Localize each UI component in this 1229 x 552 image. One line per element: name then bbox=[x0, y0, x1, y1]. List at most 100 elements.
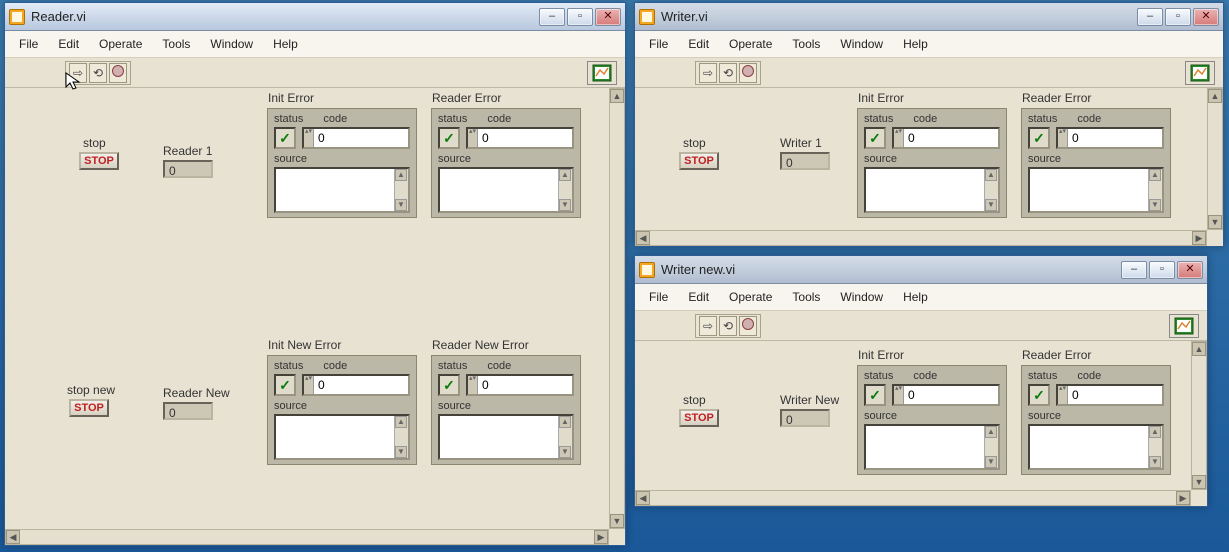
source-text[interactable]: ▲▼ bbox=[274, 414, 410, 460]
menu-operate[interactable]: Operate bbox=[93, 35, 148, 53]
menu-help[interactable]: Help bbox=[897, 35, 934, 53]
code-input[interactable]: ▴▾0 bbox=[1056, 127, 1164, 149]
abort-button[interactable] bbox=[109, 63, 127, 83]
stop-button[interactable]: STOP bbox=[679, 152, 719, 170]
menu-file[interactable]: File bbox=[643, 288, 674, 306]
writernew-window: Writer new.vi – ▫ ✕ File Edit Operate To… bbox=[634, 255, 1208, 507]
abort-button[interactable] bbox=[739, 316, 757, 336]
menu-window[interactable]: Window bbox=[834, 35, 889, 53]
v-scrollbar[interactable]: ▲▼ bbox=[1191, 341, 1207, 490]
stop-new-button[interactable]: STOP bbox=[69, 399, 109, 417]
menu-operate[interactable]: Operate bbox=[723, 35, 778, 53]
run-cont-button[interactable]: ⟲ bbox=[719, 63, 737, 83]
status-led[interactable]: ✓ bbox=[438, 374, 460, 396]
code-input[interactable]: ▴▾0 bbox=[1056, 384, 1164, 406]
status-led[interactable]: ✓ bbox=[864, 384, 886, 406]
init-error-title: Init Error bbox=[858, 91, 904, 105]
source-text[interactable]: ▲▼ bbox=[1028, 424, 1164, 470]
menu-help[interactable]: Help bbox=[267, 35, 304, 53]
window-title: Reader.vi bbox=[31, 9, 537, 24]
titlebar-writer[interactable]: Writer.vi – ▫ ✕ bbox=[635, 3, 1223, 31]
source-text[interactable]: ▲▼ bbox=[864, 167, 1000, 213]
close-button[interactable]: ✕ bbox=[1193, 8, 1219, 26]
run-cont-button[interactable]: ⟲ bbox=[719, 316, 737, 336]
menu-file[interactable]: File bbox=[643, 35, 674, 53]
code-input[interactable]: ▴▾0 bbox=[466, 374, 574, 396]
status-led[interactable]: ✓ bbox=[274, 374, 296, 396]
source-text[interactable]: ▲▼ bbox=[438, 414, 574, 460]
vi-icon[interactable] bbox=[1169, 314, 1199, 338]
source-label: source bbox=[858, 410, 1006, 422]
window-title: Writer new.vi bbox=[661, 262, 1119, 277]
vi-icon[interactable] bbox=[587, 61, 617, 85]
status-led[interactable]: ✓ bbox=[1028, 384, 1050, 406]
minimize-button[interactable]: – bbox=[539, 8, 565, 26]
status-label: status bbox=[274, 360, 303, 372]
menu-edit[interactable]: Edit bbox=[682, 35, 715, 53]
titlebar-writernew[interactable]: Writer new.vi – ▫ ✕ bbox=[635, 256, 1207, 284]
stop-button[interactable]: STOP bbox=[679, 409, 719, 427]
status-label: status bbox=[1028, 113, 1057, 125]
reader-new-error-cluster: Reader New Error statuscode ✓ ▴▾0 source… bbox=[431, 355, 581, 465]
writer1-indicator: 0 bbox=[780, 152, 830, 170]
maximize-button[interactable]: ▫ bbox=[567, 8, 593, 26]
menu-operate[interactable]: Operate bbox=[723, 288, 778, 306]
h-scrollbar[interactable]: ◀▶ bbox=[635, 490, 1191, 506]
menubar: File Edit Operate Tools Window Help bbox=[635, 31, 1223, 58]
vi-icon[interactable] bbox=[1185, 61, 1215, 85]
menu-window[interactable]: Window bbox=[834, 288, 889, 306]
stop-label: stop bbox=[683, 393, 706, 407]
source-text[interactable]: ▲▼ bbox=[438, 167, 574, 213]
close-button[interactable]: ✕ bbox=[595, 8, 621, 26]
code-input[interactable]: ▴▾0 bbox=[892, 384, 1000, 406]
run-button[interactable]: ⇨ bbox=[699, 316, 717, 336]
menu-edit[interactable]: Edit bbox=[682, 288, 715, 306]
source-label: source bbox=[432, 153, 580, 165]
code-input[interactable]: ▴▾0 bbox=[302, 127, 410, 149]
reader-new-error-title: Reader New Error bbox=[432, 338, 529, 352]
code-label: code bbox=[323, 360, 347, 372]
v-scrollbar[interactable]: ▲▼ bbox=[1207, 88, 1223, 230]
run-button[interactable]: ⇨ bbox=[699, 63, 717, 83]
source-text[interactable]: ▲▼ bbox=[864, 424, 1000, 470]
menu-window[interactable]: Window bbox=[204, 35, 259, 53]
maximize-button[interactable]: ▫ bbox=[1149, 261, 1175, 279]
menu-tools[interactable]: Tools bbox=[786, 35, 826, 53]
stop-button[interactable]: STOP bbox=[79, 152, 119, 170]
minimize-button[interactable]: – bbox=[1137, 8, 1163, 26]
h-scrollbar[interactable]: ◀▶ bbox=[635, 230, 1207, 246]
close-button[interactable]: ✕ bbox=[1177, 261, 1203, 279]
stop-label: stop bbox=[683, 136, 706, 150]
menu-help[interactable]: Help bbox=[897, 288, 934, 306]
v-scrollbar[interactable]: ▲▼ bbox=[609, 88, 625, 529]
code-input[interactable]: ▴▾0 bbox=[892, 127, 1000, 149]
menu-edit[interactable]: Edit bbox=[52, 35, 85, 53]
source-text[interactable]: ▲▼ bbox=[1028, 167, 1164, 213]
source-text[interactable]: ▲▼ bbox=[274, 167, 410, 213]
code-input[interactable]: ▴▾0 bbox=[302, 374, 410, 396]
code-label: code bbox=[1077, 370, 1101, 382]
minimize-button[interactable]: – bbox=[1121, 261, 1147, 279]
abort-button[interactable] bbox=[739, 63, 757, 83]
h-scrollbar[interactable]: ◀▶ bbox=[5, 529, 609, 545]
status-label: status bbox=[274, 113, 303, 125]
menubar: File Edit Operate Tools Window Help bbox=[5, 31, 625, 58]
toolbar: ⇨ ⟲ bbox=[635, 311, 1207, 341]
status-led[interactable]: ✓ bbox=[1028, 127, 1050, 149]
run-cont-button[interactable]: ⟲ bbox=[89, 63, 107, 83]
status-label: status bbox=[864, 370, 893, 382]
menubar: File Edit Operate Tools Window Help bbox=[635, 284, 1207, 311]
source-label: source bbox=[268, 400, 416, 412]
status-led[interactable]: ✓ bbox=[864, 127, 886, 149]
titlebar-reader[interactable]: Reader.vi – ▫ ✕ bbox=[5, 3, 625, 31]
menu-tools[interactable]: Tools bbox=[786, 288, 826, 306]
init-error-title: Init Error bbox=[858, 348, 904, 362]
status-led[interactable]: ✓ bbox=[438, 127, 460, 149]
menu-tools[interactable]: Tools bbox=[156, 35, 196, 53]
menu-file[interactable]: File bbox=[13, 35, 44, 53]
run-button[interactable]: ⇨ bbox=[69, 63, 87, 83]
status-led[interactable]: ✓ bbox=[274, 127, 296, 149]
code-input[interactable]: ▴▾0 bbox=[466, 127, 574, 149]
readernew-indicator: 0 bbox=[163, 402, 213, 420]
maximize-button[interactable]: ▫ bbox=[1165, 8, 1191, 26]
